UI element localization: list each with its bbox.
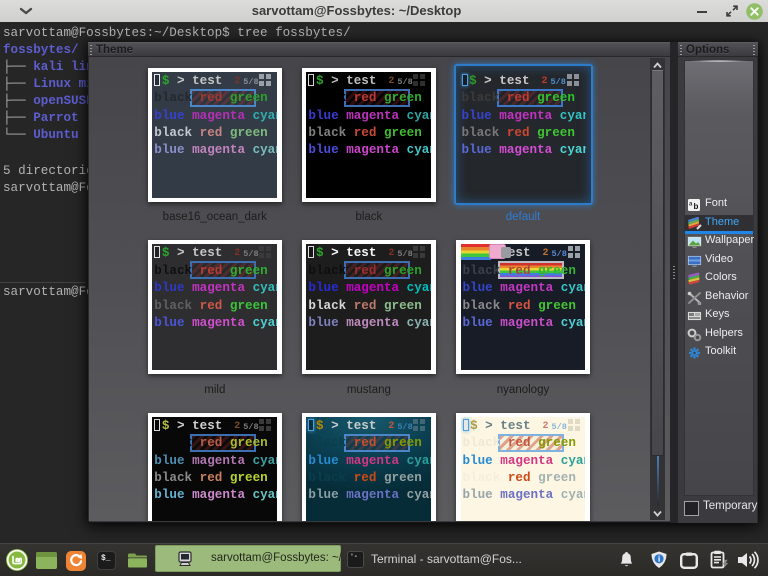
svg-text:b: b	[694, 202, 699, 211]
